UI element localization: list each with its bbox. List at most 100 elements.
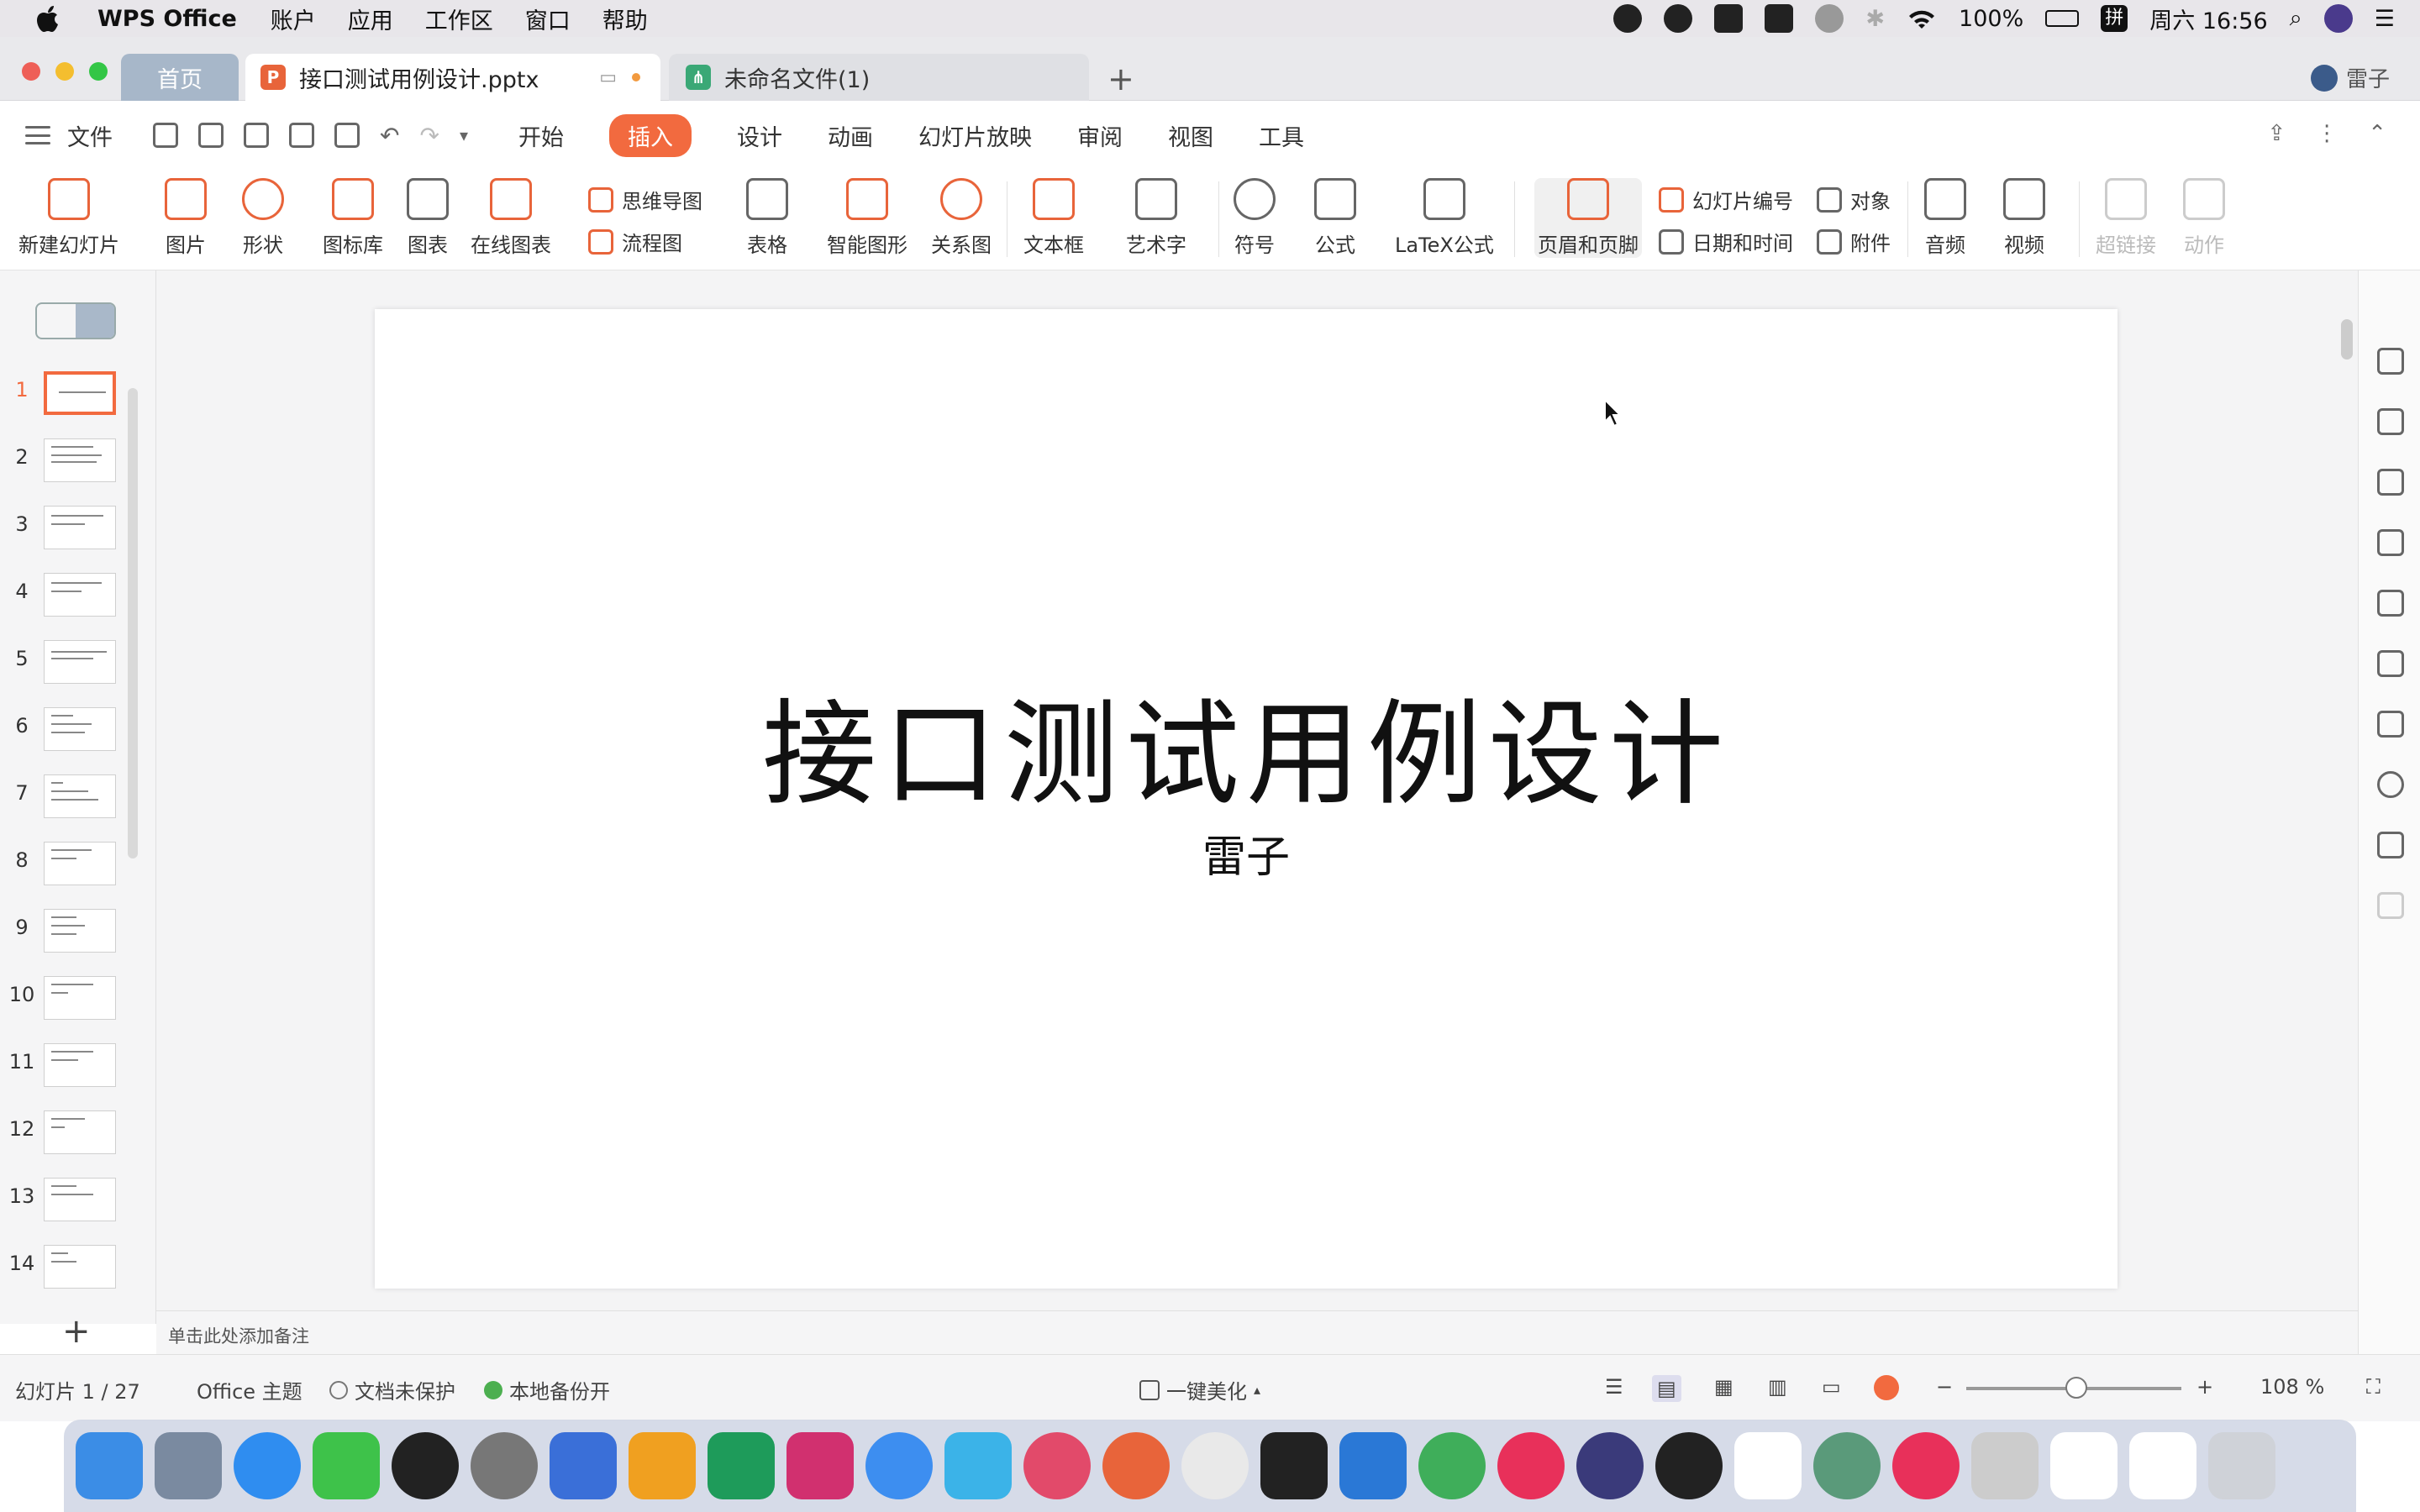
tab-review[interactable]: 审阅 [1077, 119, 1123, 152]
wordart-button[interactable]: 艺术字 [1126, 178, 1186, 258]
thumbnail-10[interactable]: 10 [0, 976, 134, 1020]
icon-library-button[interactable]: 图标库 [323, 178, 383, 258]
save-icon[interactable] [198, 123, 224, 148]
slide-thumbnail[interactable] [44, 371, 116, 415]
open-folder-icon[interactable] [153, 123, 178, 148]
one-click-beautify[interactable]: 一键美化 ▴ [1139, 1375, 1260, 1404]
trash-icon[interactable] [2208, 1432, 2275, 1499]
media-player-icon[interactable] [944, 1432, 1012, 1499]
present-icon[interactable]: ▭ [599, 67, 617, 88]
apple-icon[interactable] [34, 3, 64, 34]
thumbnail-scrollbar[interactable] [128, 388, 138, 858]
slide-thumbnail[interactable] [44, 976, 116, 1020]
slide-subtitle[interactable]: 雷子 [375, 822, 2118, 885]
thumbnail-14[interactable]: 14 [0, 1245, 134, 1289]
sublime-text-icon[interactable] [629, 1432, 696, 1499]
flowchart-button[interactable]: 流程图 [588, 227, 682, 256]
canvas-scrollbar[interactable] [2341, 319, 2353, 360]
slide-thumbnail[interactable] [44, 774, 116, 818]
zoom-level[interactable]: 108 % [2260, 1375, 2324, 1399]
chrome-icon[interactable] [1181, 1432, 1249, 1499]
audio-button[interactable]: 音频 [1924, 178, 1966, 258]
oo-app-icon[interactable] [1497, 1432, 1565, 1499]
vscode-icon[interactable] [1339, 1432, 1407, 1499]
clock[interactable]: 周六 16:56 [2149, 3, 2267, 35]
object-button[interactable]: 对象 [1817, 185, 1891, 214]
slide-thumbnail[interactable] [44, 842, 116, 885]
user-account[interactable]: 雷子 [2310, 62, 2390, 93]
slide-switch-icon[interactable] [2377, 348, 2404, 375]
notes-app-icon[interactable] [865, 1432, 933, 1499]
thumbnail-12[interactable]: 12 [0, 1110, 134, 1154]
tab-animation[interactable]: 动画 [828, 119, 873, 152]
control-center-icon[interactable]: ☰ [2375, 6, 2395, 32]
thumbnail-2[interactable]: 2 [0, 438, 134, 482]
ime-indicator[interactable]: 拼 [2101, 5, 2128, 32]
history-icon[interactable] [2377, 771, 2404, 798]
terminal-icon[interactable] [1260, 1432, 1328, 1499]
slide-thumbnail[interactable] [44, 438, 116, 482]
smart-beautify-icon[interactable] [2377, 529, 2404, 556]
window-preview-icon[interactable] [2050, 1432, 2118, 1499]
redo-icon[interactable]: ↷ [419, 122, 439, 150]
menu-workspace[interactable]: 工作区 [425, 3, 493, 35]
action-button[interactable]: 动作 [2183, 178, 2225, 258]
hamburger-menu-icon[interactable] [25, 126, 50, 144]
zoom-out-button[interactable]: − [1936, 1375, 1953, 1399]
video-button[interactable]: 视频 [2003, 178, 2045, 258]
properties-sliders-icon[interactable] [2377, 711, 2404, 738]
slide-sorter-icon[interactable]: ▦ [1714, 1375, 1733, 1399]
theme-name[interactable]: Office 主题 [197, 1375, 302, 1404]
presenter-view-icon[interactable]: ▭ [1822, 1375, 1841, 1399]
pen-status-icon[interactable] [1765, 4, 1794, 33]
text-style-icon[interactable] [2377, 469, 2404, 496]
online-chart-button[interactable]: 在线图表 [471, 178, 551, 258]
notes-area[interactable]: 单击此处添加备注 [156, 1310, 2358, 1354]
animation-star-icon[interactable] [2377, 650, 2404, 677]
attachment-button[interactable]: 附件 [1817, 227, 1891, 256]
table-button[interactable]: 表格 [746, 178, 788, 258]
tab-home[interactable]: 首页 [121, 54, 239, 101]
notes-view-icon[interactable]: ☰ [1605, 1375, 1623, 1399]
obs-icon[interactable] [1655, 1432, 1723, 1499]
sketch-pen-icon[interactable] [1102, 1432, 1170, 1499]
slide-number-button[interactable]: 幻灯片编号 [1659, 185, 1793, 214]
picture-button[interactable]: 图片 [165, 178, 207, 258]
thumbnail-4[interactable]: 4 [0, 573, 134, 617]
tab-design[interactable]: 设计 [737, 119, 782, 152]
document-protection[interactable]: 文档未保护 [329, 1375, 455, 1404]
finder-icon[interactable] [76, 1432, 143, 1499]
slide-thumbnail[interactable] [44, 707, 116, 751]
shapes-icon[interactable] [2377, 408, 2404, 435]
cube-icon[interactable] [2377, 892, 2404, 919]
vpn-app-icon[interactable] [1813, 1432, 1881, 1499]
shape-button[interactable]: 形状 [242, 178, 284, 258]
calculator-icon[interactable] [1971, 1432, 2039, 1499]
calendar-icon[interactable] [1734, 1432, 1802, 1499]
add-slide-button[interactable]: + [62, 1312, 91, 1351]
zoom-window-button[interactable] [89, 62, 108, 81]
thumbnail-13[interactable]: 13 [0, 1178, 134, 1221]
zoom-in-button[interactable]: + [2196, 1375, 2213, 1399]
window-preview-2-icon[interactable] [2129, 1432, 2196, 1499]
menu-help[interactable]: 帮助 [602, 3, 648, 35]
export-pdf-icon[interactable] [244, 123, 269, 148]
thumbnail-view-icon[interactable] [76, 304, 114, 338]
qq-icon[interactable] [392, 1432, 459, 1499]
image-icon[interactable] [2377, 832, 2404, 858]
slide-thumbnail[interactable] [44, 506, 116, 549]
reading-view-icon[interactable]: ▥ [1768, 1375, 1787, 1399]
tab-view[interactable]: 视图 [1168, 119, 1213, 152]
design-app-icon[interactable] [1023, 1432, 1091, 1499]
slide-thumbnail[interactable] [44, 573, 116, 617]
thumbnail-11[interactable]: 11 [0, 1043, 134, 1087]
menu-window[interactable]: 窗口 [525, 3, 571, 35]
app-name[interactable]: WPS Office [97, 6, 237, 32]
tab-slideshow[interactable]: 幻灯片放映 [918, 119, 1032, 152]
undo-icon[interactable]: ↶ [380, 122, 399, 150]
wechat-status-icon[interactable] [1613, 4, 1643, 33]
more-icon[interactable]: ⋮ [2316, 121, 2338, 146]
new-tab-button[interactable]: + [1107, 60, 1134, 97]
tab-tools[interactable]: 工具 [1259, 119, 1304, 152]
thumbnail-5[interactable]: 5 [0, 640, 134, 684]
